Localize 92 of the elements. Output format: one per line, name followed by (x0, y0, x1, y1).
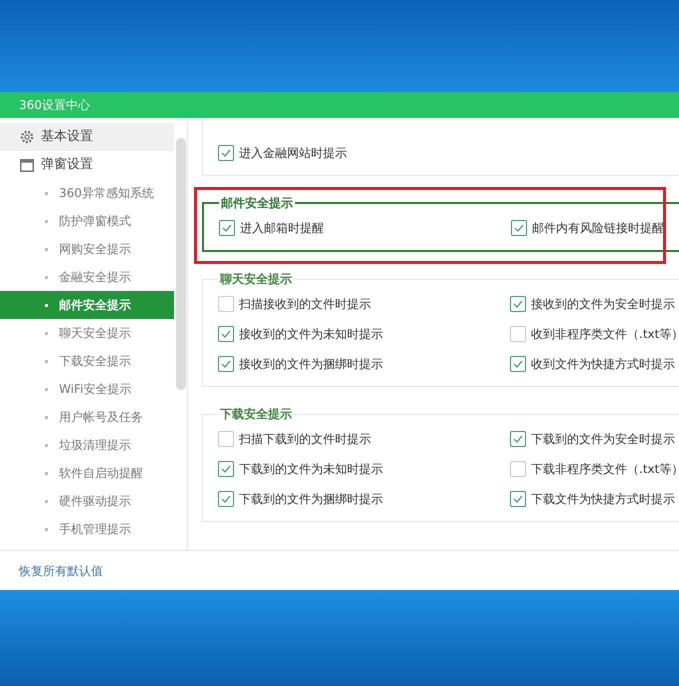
sidebar-item[interactable]: 用户帐号及任务 (0, 403, 174, 431)
option-label: 接收到的文件为安全时提示 (531, 296, 675, 313)
item-label: WiFi安全提示 (59, 381, 132, 398)
checkmark-icon (221, 360, 231, 368)
option-label: 下载到的文件为未知时提示 (239, 461, 383, 478)
item-label: 垃圾清理提示 (59, 437, 131, 454)
sidebar-group[interactable]: 弹窗设置 (0, 151, 174, 179)
bullet-icon (45, 332, 48, 334)
window-icon (20, 158, 34, 172)
item-label: 金融安全提示 (59, 269, 131, 286)
group-label: 基本设置 (41, 128, 93, 146)
item-label: 下载安全提示 (59, 353, 131, 370)
checkbox[interactable] (218, 491, 234, 507)
checkbox[interactable] (510, 296, 526, 312)
checkbox[interactable] (218, 356, 234, 372)
bullet-icon (45, 192, 48, 194)
bullet-icon (45, 304, 48, 306)
bullet-icon (45, 444, 48, 446)
item-label: 邮件安全提示 (59, 297, 131, 314)
sidebar-item[interactable]: 360异常感知系统 (0, 179, 174, 207)
sidebar-item[interactable]: 手机管理提示 (0, 515, 174, 543)
option-label: 下载非程序类文件（.txt等） (531, 461, 679, 478)
option-label: 下载到的文件为捆绑时提示 (239, 491, 383, 508)
sidebar-item[interactable]: 网购安全提示 (0, 235, 174, 263)
option-label: 接收到的文件为未知时提示 (239, 326, 383, 343)
scrollbar[interactable] (176, 138, 186, 390)
checkmark-icon (221, 465, 231, 473)
gear-icon (20, 130, 34, 144)
option-label: 进入金融网站时提示 (239, 145, 347, 162)
bullet-icon (45, 472, 48, 474)
item-label: 聊天安全提示 (59, 325, 131, 342)
sidebar-item[interactable]: 金融安全提示 (0, 263, 174, 291)
option-label: 进入邮箱时提醒 (240, 220, 324, 237)
item-label: 软件自启动提醒 (59, 465, 143, 482)
section-title: 邮件安全提示 (220, 195, 294, 212)
checkbox[interactable] (218, 296, 234, 312)
checkbox[interactable] (510, 326, 526, 342)
sidebar-item[interactable]: 垃圾清理提示 (0, 431, 174, 459)
option-label: 扫描下载到的文件时提示 (239, 431, 371, 448)
item-label: 用户帐号及任务 (59, 409, 143, 426)
checkbox[interactable] (510, 431, 526, 447)
section-title: 聊天安全提示 (218, 271, 293, 288)
checkmark-icon (221, 495, 231, 503)
bullet-icon (45, 528, 48, 530)
checkbox[interactable] (218, 461, 234, 477)
sidebar-item[interactable]: 聊天安全提示 (0, 319, 174, 347)
sidebar-item[interactable]: 防护弹窗模式 (0, 207, 174, 235)
checkmark-icon (514, 224, 524, 232)
checkbox[interactable] (218, 431, 234, 447)
checkmark-icon (221, 149, 231, 157)
bullet-icon (45, 388, 48, 390)
sidebar-item[interactable]: 下载安全提示 (0, 347, 174, 375)
bullet-icon (45, 360, 48, 362)
option-label: 下载文件为快捷方式时提示 (531, 491, 675, 508)
option-label: 邮件内有风险链接时提醒 (532, 220, 664, 237)
checkbox[interactable] (218, 145, 234, 161)
checkmark-icon (222, 224, 232, 232)
option-label: 扫描接收到的文件时提示 (239, 296, 371, 313)
checkbox[interactable] (219, 220, 235, 236)
checkbox[interactable] (218, 326, 234, 342)
sidebar-item[interactable]: 软件自启动提醒 (0, 459, 174, 487)
sidebar-group[interactable]: 基本设置 (0, 123, 174, 151)
bullet-icon (45, 276, 48, 278)
sidebar-item[interactable]: 邮件安全提示 (0, 291, 174, 319)
option-label: 接收到的文件为捆绑时提示 (239, 356, 383, 373)
checkmark-icon (513, 495, 523, 503)
bullet-icon (45, 248, 48, 250)
item-label: 网购安全提示 (59, 241, 131, 258)
checkbox[interactable] (511, 220, 527, 236)
item-label: 手机管理提示 (59, 521, 131, 538)
option-label: 收到非程序类文件（.txt等） (531, 326, 679, 343)
section-title: 下载安全提示 (219, 406, 293, 423)
checkbox[interactable] (510, 356, 526, 372)
window-title: 360设置中心 (19, 97, 90, 114)
bullet-icon (45, 416, 48, 418)
bullet-icon (45, 500, 48, 502)
checkmark-icon (513, 300, 523, 308)
item-label: 防护弹窗模式 (59, 213, 131, 230)
bullet-icon (45, 220, 48, 222)
checkmark-icon (513, 360, 523, 368)
option-label: 收到文件为快捷方式时提示 (531, 356, 675, 373)
item-label: 360异常感知系统 (59, 185, 154, 202)
sidebar-item[interactable]: 硬件驱动提示 (0, 487, 174, 515)
item-label: 硬件驱动提示 (59, 493, 131, 510)
group-label: 弹窗设置 (41, 156, 93, 174)
sidebar-item[interactable]: WiFi安全提示 (0, 375, 174, 403)
option-label: 下载到的文件为安全时提示 (531, 431, 675, 448)
checkmark-icon (221, 330, 231, 338)
checkmark-icon (513, 435, 523, 443)
checkbox[interactable] (510, 491, 526, 507)
restore-defaults-link[interactable]: 恢复所有默认值 (19, 562, 103, 580)
checkbox[interactable] (510, 461, 526, 477)
